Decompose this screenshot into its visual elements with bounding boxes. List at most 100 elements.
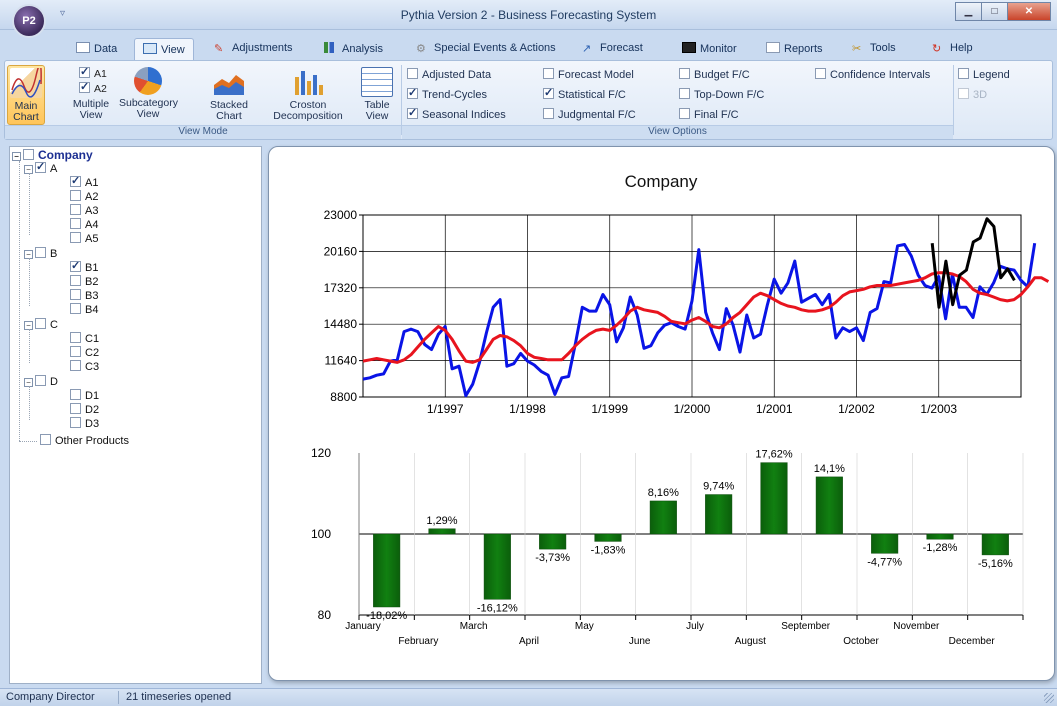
app-menu-orb-icon[interactable]: P2 [12,4,46,38]
y-tick-label: 120 [311,446,331,460]
tree-node-c1[interactable]: C1 [70,332,99,345]
tab-help[interactable]: ↻ Help [924,38,981,60]
checkbox[interactable] [79,80,90,93]
checkbox[interactable] [70,232,81,243]
tab-monitor[interactable]: Monitor [674,38,745,60]
product-tree: −Company −A A1 A2 A3 A4 A5 −B B1 B2 B3 B… [9,146,262,684]
option-statistical-fc[interactable]: Statistical F/C [543,86,626,101]
tab-adjustments[interactable]: ✎ Adjustments [206,38,301,60]
option-legend[interactable]: Legend [958,68,1010,81]
checkbox[interactable] [543,86,554,99]
multiple-view-button[interactable]: Multiple View [67,99,115,121]
tree-node-company[interactable]: − Company [12,148,93,162]
checkbox[interactable] [407,68,418,79]
tree-node-d2[interactable]: D2 [70,403,99,416]
croston-decomposition-button[interactable]: Croston Decomposition [267,67,349,122]
chart-title: Company [625,172,698,191]
option-forecast-model[interactable]: Forecast Model [543,68,634,81]
checkbox[interactable] [679,88,690,99]
tree-node-c2[interactable]: C2 [70,346,99,359]
tree-node-b1[interactable]: B1 [70,259,98,274]
checkbox[interactable] [679,108,690,119]
checkbox[interactable] [70,259,81,272]
tab-special-events[interactable]: ⚙ Special Events & Actions [408,38,564,60]
checkbox[interactable] [70,303,81,314]
resize-grip-icon[interactable] [1044,693,1054,703]
checkbox[interactable] [70,275,81,286]
checkbox[interactable] [70,360,81,371]
tab-analysis[interactable]: Analysis [316,38,391,60]
multiple-check-a1[interactable]: A1 [79,65,107,80]
checkbox[interactable] [70,174,81,187]
tree-connector [19,441,37,442]
checkbox[interactable] [407,106,418,119]
tab-tools[interactable]: ✂ Tools [844,38,904,60]
tab-view[interactable]: View [134,38,194,60]
close-button[interactable]: ✕ [1007,2,1051,21]
tab-reports[interactable]: Reports [758,38,831,60]
tree-node-a5[interactable]: A5 [70,232,98,245]
option-budget-fc[interactable]: Budget F/C [679,68,750,81]
checkbox[interactable] [543,68,554,79]
checkbox[interactable] [70,389,81,400]
checkbox[interactable] [815,68,826,79]
multiple-check-a2[interactable]: A2 [79,80,107,95]
option-final-fc[interactable]: Final F/C [679,108,739,121]
checkbox[interactable] [35,160,46,173]
checkbox[interactable] [70,417,81,428]
tab-forecast[interactable]: ↗ Forecast [574,38,651,60]
tree-node-a2[interactable]: A2 [70,190,98,203]
checkbox[interactable] [40,434,51,445]
minimize-button[interactable]: ▁ [955,2,982,21]
checkbox[interactable] [70,190,81,201]
checkbox[interactable] [543,108,554,119]
tree-node-b2[interactable]: B2 [70,275,98,288]
stacked-chart-button[interactable]: Stacked Chart [203,67,255,122]
checkbox[interactable] [70,289,81,300]
option-trend-cycles[interactable]: Trend-Cycles [407,86,487,101]
option-top-down-fc[interactable]: Top-Down F/C [679,88,764,101]
category-label: June [629,636,651,647]
option-judgmental-fc[interactable]: Judgmental F/C [543,108,636,121]
tab-label: Data [94,43,118,55]
checkbox[interactable] [407,86,418,99]
tab-data[interactable]: Data [68,38,125,60]
checkbox[interactable] [35,247,46,258]
checkbox[interactable] [35,318,46,329]
tree-node-a1[interactable]: A1 [70,174,98,189]
tree-node-d1[interactable]: D1 [70,389,99,402]
checkbox[interactable] [35,375,46,386]
option-label: Trend-Cycles [422,89,487,101]
tree-node-a4[interactable]: A4 [70,218,98,231]
tree-node-other-products[interactable]: Other Products [40,434,129,447]
checkbox[interactable] [958,68,969,79]
checkbox[interactable] [70,346,81,357]
checkbox[interactable] [70,218,81,229]
subcategory-view-button[interactable]: Subcategory View [117,67,179,120]
category-label: March [460,621,488,632]
option-confidence-intervals[interactable]: Confidence Intervals [815,68,930,81]
option-seasonal-indices[interactable]: Seasonal Indices [407,106,506,121]
seasonal-bar [539,533,567,550]
tree-node-c3[interactable]: C3 [70,360,99,373]
tree-node-d3[interactable]: D3 [70,417,99,430]
checkbox[interactable] [79,65,90,78]
seasonal-bar [871,533,899,554]
category-label: October [843,636,879,647]
checkbox[interactable] [70,332,81,343]
tree-node-b4[interactable]: B4 [70,303,98,316]
checkbox[interactable] [679,68,690,79]
collapse-icon[interactable]: − [12,152,21,161]
option-adjusted-data[interactable]: Adjusted Data [407,68,491,81]
tree-node-label: Company [38,148,93,162]
tree-node-a3[interactable]: A3 [70,204,98,217]
maximize-button[interactable]: □ [981,2,1008,21]
adjustments-icon: ✎ [214,43,224,55]
checkbox[interactable] [70,403,81,414]
table-view-button[interactable]: Table View [357,67,397,122]
tree-node-b3[interactable]: B3 [70,289,98,302]
option-label: Seasonal Indices [422,109,506,121]
checkbox[interactable] [23,149,34,160]
checkbox[interactable] [70,204,81,215]
main-chart-button[interactable]: Main Chart [7,64,45,125]
